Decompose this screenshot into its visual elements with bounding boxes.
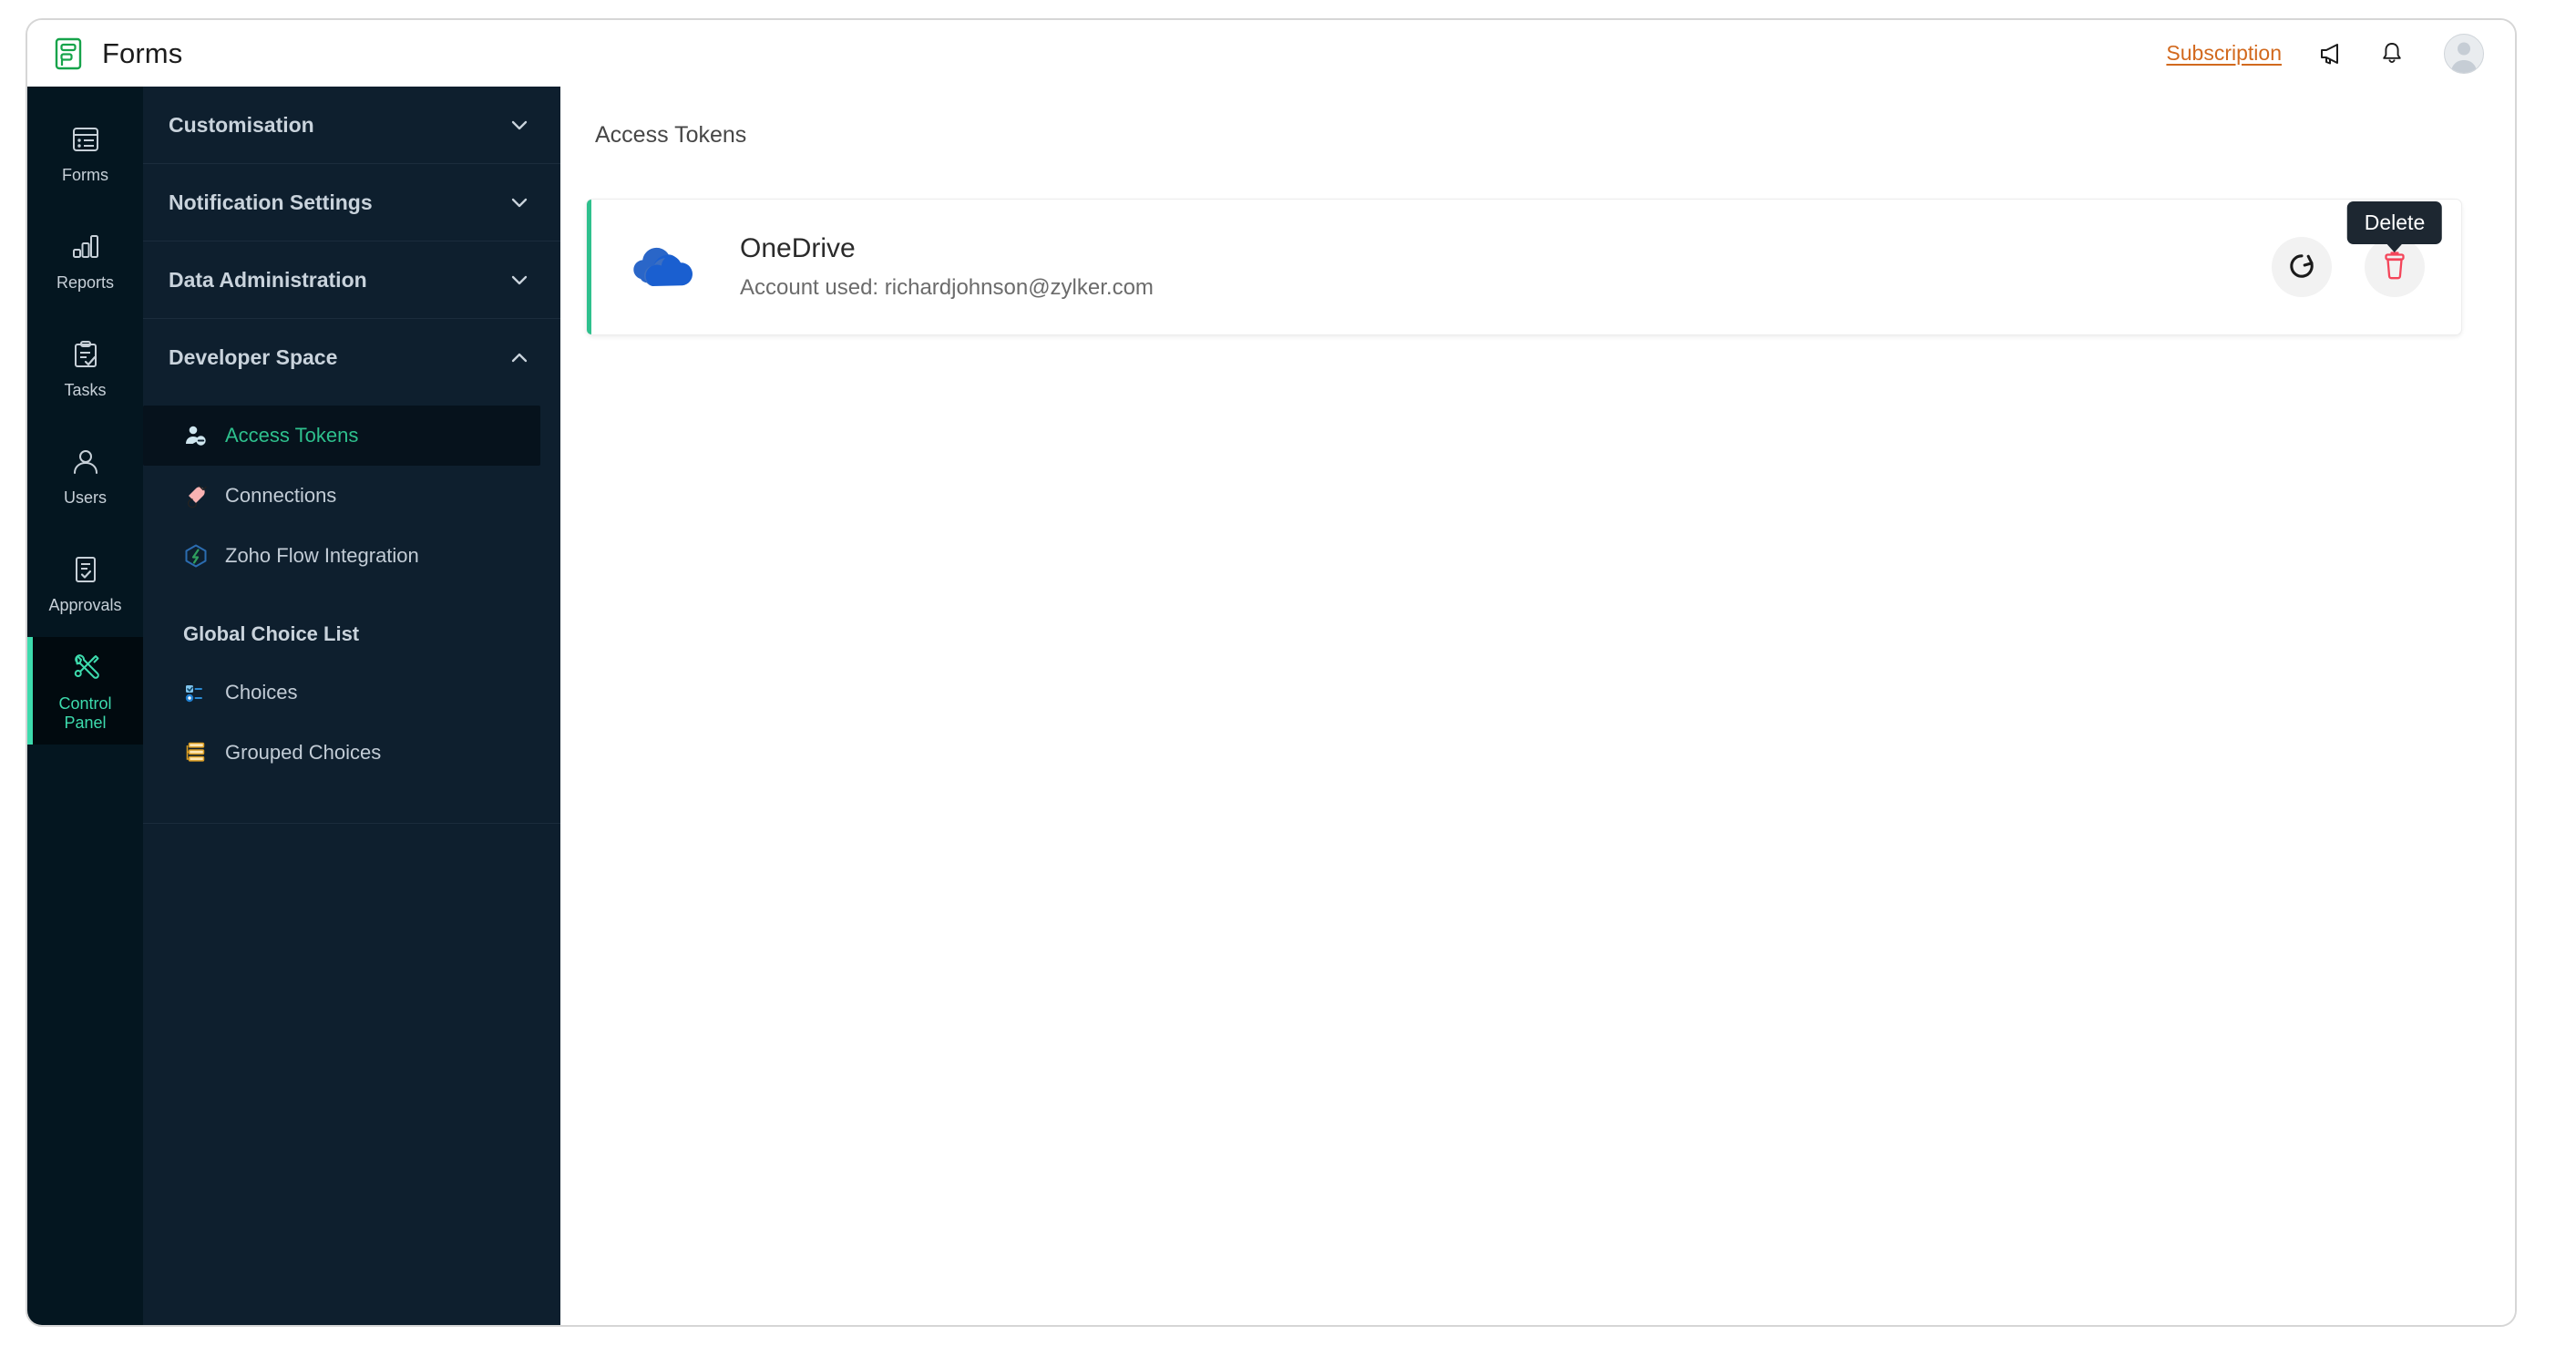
sidebar-item-label: Access Tokens xyxy=(225,424,359,447)
sidebar-item-label: Zoho Flow Integration xyxy=(225,544,419,567)
sidebar-section-title: Data Administration xyxy=(169,267,367,292)
sidebar-section-title: Notification Settings xyxy=(169,190,373,214)
sidebar-section-title: Customisation xyxy=(169,112,314,137)
rail-item-reports[interactable]: Reports xyxy=(27,207,143,314)
trash-icon xyxy=(2381,251,2408,283)
user-icon xyxy=(70,444,101,480)
topbar-actions: Subscription xyxy=(2166,33,2484,74)
primary-nav-rail: Forms Reports Tasks Users Approvals Cont… xyxy=(27,87,143,1325)
sidebar-section-notification-settings[interactable]: Notification Settings xyxy=(143,164,560,241)
top-bar: Forms Subscription xyxy=(27,20,2515,87)
rail-item-tasks[interactable]: Tasks xyxy=(27,314,143,422)
rail-label-control-panel-line2: Panel xyxy=(64,713,107,732)
forms-logo-icon xyxy=(51,36,86,71)
bell-icon[interactable] xyxy=(2378,40,2406,67)
rail-label-users: Users xyxy=(63,488,107,507)
sidebar-item-access-tokens[interactable]: Access Tokens xyxy=(143,406,540,466)
developer-space-items: Access Tokens Connections Zoho Flow Inte… xyxy=(143,396,560,824)
settings-sidebar: Customisation Notification Settings Data… xyxy=(143,87,560,1325)
brand[interactable]: Forms xyxy=(51,36,182,71)
rail-item-control-panel[interactable]: Control Panel xyxy=(27,637,143,745)
access-token-card: OneDrive Account used: richardjohnson@zy… xyxy=(586,199,2462,335)
sidebar-item-label: Connections xyxy=(225,484,337,507)
token-list: OneDrive Account used: richardjohnson@zy… xyxy=(560,149,2515,335)
clipboard-check-icon xyxy=(70,336,101,373)
tooltip-delete: Delete xyxy=(2346,201,2443,252)
app-window: Forms Subscription Forms Reports Tasks U… xyxy=(26,18,2517,1327)
rail-label-reports: Reports xyxy=(56,273,115,292)
refresh-button[interactable] xyxy=(2272,237,2332,297)
sidebar-item-zoho-flow-integration[interactable]: Zoho Flow Integration xyxy=(143,526,540,586)
onedrive-cloud-icon xyxy=(629,231,700,303)
plug-icon xyxy=(183,483,209,508)
sidebar-section-data-administration[interactable]: Data Administration xyxy=(143,241,560,319)
choice-list-icon xyxy=(183,680,209,705)
sidebar-divider xyxy=(143,823,560,824)
sidebar-item-choices[interactable]: Choices xyxy=(143,663,540,723)
sidebar-group-title-global-choice-list: Global Choice List xyxy=(183,622,360,645)
rail-item-users[interactable]: Users xyxy=(27,422,143,529)
rail-label-tasks: Tasks xyxy=(64,381,107,399)
token-card-actions: Delete xyxy=(2272,201,2443,297)
token-card-texts: OneDrive Account used: richardjohnson@zy… xyxy=(740,233,1154,301)
chevron-down-icon xyxy=(509,115,529,135)
rail-label-forms: Forms xyxy=(62,166,108,184)
main-content: Access Tokens OneDrive Account used: ric… xyxy=(560,87,2515,1325)
sidebar-item-label: Grouped Choices xyxy=(225,741,382,764)
user-token-icon xyxy=(183,423,209,448)
rail-label-approvals: Approvals xyxy=(48,596,122,614)
token-service-name: OneDrive xyxy=(740,233,856,263)
body: Forms Reports Tasks Users Approvals Cont… xyxy=(27,87,2515,1325)
document-check-icon xyxy=(70,551,101,588)
sidebar-item-grouped-choices[interactable]: Grouped Choices xyxy=(143,723,540,783)
chevron-up-icon xyxy=(509,348,529,368)
app-name: Forms xyxy=(102,36,183,69)
rail-label-control-panel-line1: Control xyxy=(58,693,112,713)
token-account-used: Account used: richardjohnson@zylker.com xyxy=(740,275,1154,300)
rail-item-approvals[interactable]: Approvals xyxy=(27,529,143,637)
rail-item-forms[interactable]: Forms xyxy=(27,99,143,207)
delete-button-wrap: Delete xyxy=(2346,201,2443,297)
chevron-down-icon xyxy=(509,192,529,212)
avatar[interactable] xyxy=(2444,33,2484,74)
refresh-icon xyxy=(2288,252,2315,282)
bar-chart-icon xyxy=(70,229,101,265)
megaphone-icon[interactable] xyxy=(2316,40,2344,67)
forms-list-icon xyxy=(70,121,101,158)
sidebar-section-customisation[interactable]: Customisation xyxy=(143,87,560,164)
chevron-down-icon xyxy=(509,270,529,290)
sidebar-item-label: Choices xyxy=(225,681,298,704)
sidebar-item-connections[interactable]: Connections xyxy=(143,466,540,526)
sidebar-section-title: Developer Space xyxy=(169,345,338,369)
tools-icon xyxy=(69,650,102,686)
zoho-flow-icon xyxy=(183,543,209,569)
grouped-list-icon xyxy=(183,740,209,765)
subscription-link[interactable]: Subscription xyxy=(2166,41,2282,66)
sidebar-section-developer-space[interactable]: Developer Space xyxy=(143,319,560,396)
page-title: Access Tokens xyxy=(595,122,747,148)
